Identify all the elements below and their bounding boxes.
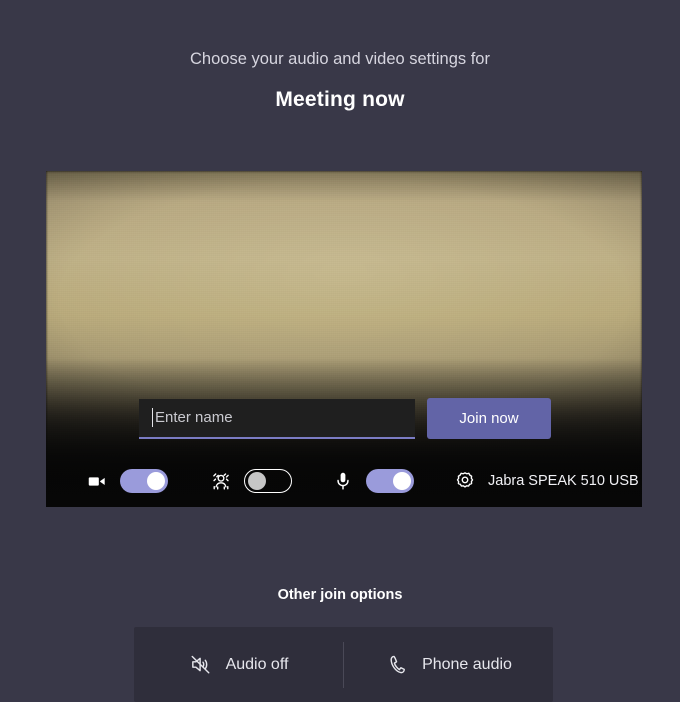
name-input[interactable]: Enter name	[139, 398, 415, 439]
audio-off-option[interactable]: Audio off	[134, 627, 343, 702]
camera-toggle[interactable]	[120, 469, 168, 493]
prejoin-subtitle: Choose your audio and video settings for	[190, 50, 490, 68]
device-settings-control[interactable]: Jabra SPEAK 510 USB	[452, 464, 639, 498]
video-preview[interactable]	[46, 171, 642, 507]
phone-audio-label: Phone audio	[422, 655, 512, 673]
prejoin-header: Choose your audio and video settings for…	[0, 0, 680, 114]
microphone-control	[330, 464, 414, 498]
other-join-options-panel: Audio off Phone audio	[134, 627, 553, 702]
microphone-toggle-knob	[393, 472, 411, 490]
speaker-muted-icon	[189, 653, 213, 677]
other-join-options-title: Other join options	[277, 587, 403, 603]
phone-audio-option[interactable]: Phone audio	[344, 627, 553, 702]
audio-device-name: Jabra SPEAK 510 USB	[488, 473, 639, 489]
background-blur-toggle[interactable]	[244, 469, 292, 493]
audio-off-label: Audio off	[225, 655, 289, 673]
camera-preview-feed	[46, 171, 642, 507]
device-toolbar: Jabra SPEAK 510 USB	[84, 464, 639, 498]
video-camera-icon	[84, 468, 110, 494]
name-input-placeholder: Enter name	[155, 408, 233, 426]
background-blur-control	[208, 464, 292, 498]
text-caret-icon	[152, 408, 153, 427]
background-blur-toggle-knob	[248, 472, 266, 490]
microphone-toggle[interactable]	[366, 469, 414, 493]
phone-icon	[385, 653, 409, 677]
camera-control	[84, 464, 168, 498]
gear-icon[interactable]	[452, 468, 478, 494]
camera-toggle-knob	[147, 472, 165, 490]
meeting-title: Meeting now	[275, 88, 405, 111]
join-now-button[interactable]: Join now	[427, 398, 551, 439]
background-blur-icon	[208, 468, 234, 494]
join-row: Enter name Join now	[139, 398, 551, 439]
microphone-icon	[330, 468, 356, 494]
